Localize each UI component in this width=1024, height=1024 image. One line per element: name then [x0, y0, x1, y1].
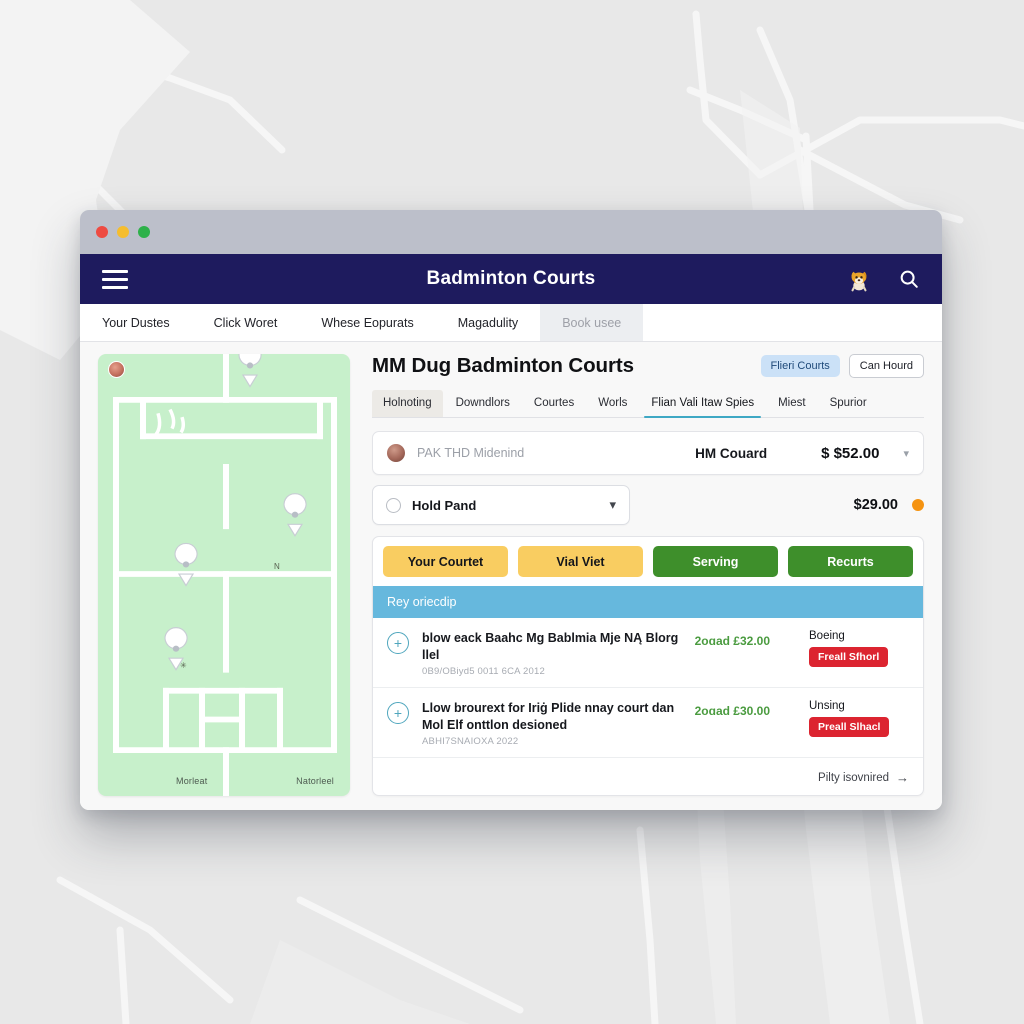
hold-pand-label: Hold Pand	[412, 497, 477, 513]
filter-courts-badge[interactable]: Flieri Courts	[760, 355, 840, 377]
list-item-actions: Boeing Freall Sfhorl	[809, 630, 909, 667]
subtab-miest[interactable]: Miest	[767, 390, 816, 417]
tab-click-woret[interactable]: Click Woret	[192, 304, 300, 341]
map-pins	[164, 354, 307, 671]
vial-viet-button[interactable]: Vial Viet	[518, 546, 643, 577]
list-item-title: blow eack Baahc Mg Bablmia Mje NĄ Blorg …	[422, 631, 679, 662]
minimize-window-button[interactable]	[117, 226, 129, 238]
map-user-avatar[interactable]	[108, 361, 125, 378]
list-item-subtitle: 0B9/OBiyd5 0011 6CA 2012	[422, 666, 545, 677]
page-title-header: Badminton Courts	[426, 268, 596, 289]
list-item[interactable]: + blow eack Baahc Mg Bablmia Mje NĄ Blor…	[373, 618, 923, 688]
list-item-price: 2oɑad £32.00	[694, 634, 770, 648]
list-item-main: Llow brourext for Iriġ Plide nnay court …	[422, 700, 682, 747]
subtab-downdlors[interactable]: Downdlors	[445, 390, 521, 417]
arrow-right-icon[interactable]: →	[896, 770, 909, 785]
page-title: MM Dug Badminton Courts	[372, 354, 634, 377]
list-item-price: 2oɑad £30.00	[694, 704, 770, 718]
tab-magadulity[interactable]: Magadulity	[436, 304, 540, 341]
tab-your-dustes[interactable]: Your Dustes	[80, 304, 192, 341]
tab-strip-filler	[643, 304, 942, 341]
section-header-bar: Rey oriecdip	[373, 586, 923, 618]
account-plan: HM Couard	[695, 445, 768, 461]
subtab-holnoting[interactable]: Holnoting	[372, 390, 443, 417]
list-item-status: Unsing	[809, 700, 845, 712]
list-item-action-button[interactable]: Preall Slhacl	[809, 717, 890, 737]
plus-circle-icon[interactable]: +	[387, 632, 409, 654]
serving-button[interactable]: Serving	[653, 546, 778, 577]
search-icon[interactable]	[898, 268, 920, 290]
list-item-main: blow eack Baahc Mg Bablmia Mje NĄ Blorg …	[422, 630, 682, 677]
list-item-status: Boeing	[809, 630, 845, 642]
list-item[interactable]: + Llow brourext for Iriġ Plide nnay cour…	[373, 688, 923, 758]
your-courtet-button[interactable]: Your Courtet	[383, 546, 508, 577]
hold-pand-row: Hold Pand ▾ $29.00	[372, 485, 924, 525]
map-marker-x: ✳	[180, 661, 187, 670]
subtab-courtes[interactable]: Courtes	[523, 390, 585, 417]
browser-tab-strip: Your Dustes Click Woret Whese Eopurats M…	[80, 304, 942, 342]
title-row: MM Dug Badminton Courts Flieri Courts Ca…	[372, 354, 924, 378]
hold-pand-select[interactable]: Hold Pand ▾	[372, 485, 630, 525]
mascot-avatar-icon[interactable]	[846, 266, 872, 292]
list-item-title: Llow brourext for Iriġ Plide nnay court …	[422, 701, 675, 732]
subtab-flian-vali[interactable]: Flian Vali Itaw Spies	[640, 390, 765, 418]
hold-pand-price: $29.00	[853, 497, 898, 513]
map-label-right: Natorleel	[296, 776, 334, 786]
map-label-left: Morleat	[176, 776, 208, 786]
user-avatar	[387, 444, 405, 462]
tab-book-usee[interactable]: Book usee	[540, 304, 644, 341]
header-actions	[846, 266, 920, 292]
app-body: N ✳ Morleat Natorleel MM Dug Badminton C…	[80, 342, 942, 810]
app-header: Badminton Courts	[80, 254, 942, 304]
tab-whese-eopurats[interactable]: Whese Eopurats	[299, 304, 435, 341]
main-content: MM Dug Badminton Courts Flieri Courts Ca…	[350, 354, 924, 796]
account-name: PAK THD Midenind	[417, 446, 525, 460]
title-actions: Flieri Courts Can Hourd	[760, 354, 924, 378]
list-item-subtitle: ABHI7SNAIOXA 2022	[422, 736, 519, 747]
radio-unselected-icon[interactable]	[386, 497, 401, 513]
browser-window: Badminton Courts Your Dustes Click Woret	[80, 210, 942, 810]
plus-circle-icon[interactable]: +	[387, 702, 409, 724]
pin-top-right	[238, 354, 262, 388]
map-panel[interactable]: N ✳ Morleat Natorleel	[98, 354, 350, 796]
chevron-down-icon[interactable]: ▾	[609, 497, 616, 513]
panel-footer-link[interactable]: Pilty isovnired	[818, 772, 889, 784]
map-marker-n: N	[274, 562, 280, 571]
chevron-down-icon[interactable]: ▾	[903, 447, 909, 460]
section-tabs: Holnoting Downdlors Courtes Worls Flian …	[372, 390, 924, 418]
panel-footer: Pilty isovnired →	[373, 761, 923, 795]
status-dot	[912, 499, 924, 511]
subtab-worls[interactable]: Worls	[587, 390, 638, 417]
window-titlebar	[80, 210, 942, 254]
list-item-actions: Unsing Preall Slhacl	[809, 700, 909, 737]
action-button-row: Your Courtet Vial Viet Serving Recurts	[373, 537, 923, 586]
recurts-button[interactable]: Recurts	[788, 546, 913, 577]
list-item-action-button[interactable]: Freall Sfhorl	[809, 647, 889, 667]
hamburger-menu-icon[interactable]	[102, 269, 128, 289]
account-price: $ $52.00	[821, 444, 880, 462]
account-row[interactable]: PAK THD Midenind HM Couard $ $52.00 ▾	[372, 431, 924, 475]
actions-panel: Your Courtet Vial Viet Serving Recurts R…	[372, 536, 924, 796]
close-window-button[interactable]	[96, 226, 108, 238]
zoom-window-button[interactable]	[138, 226, 150, 238]
can-hourd-button[interactable]: Can Hourd	[848, 354, 924, 378]
subtab-spurior[interactable]: Spurior	[819, 390, 878, 417]
